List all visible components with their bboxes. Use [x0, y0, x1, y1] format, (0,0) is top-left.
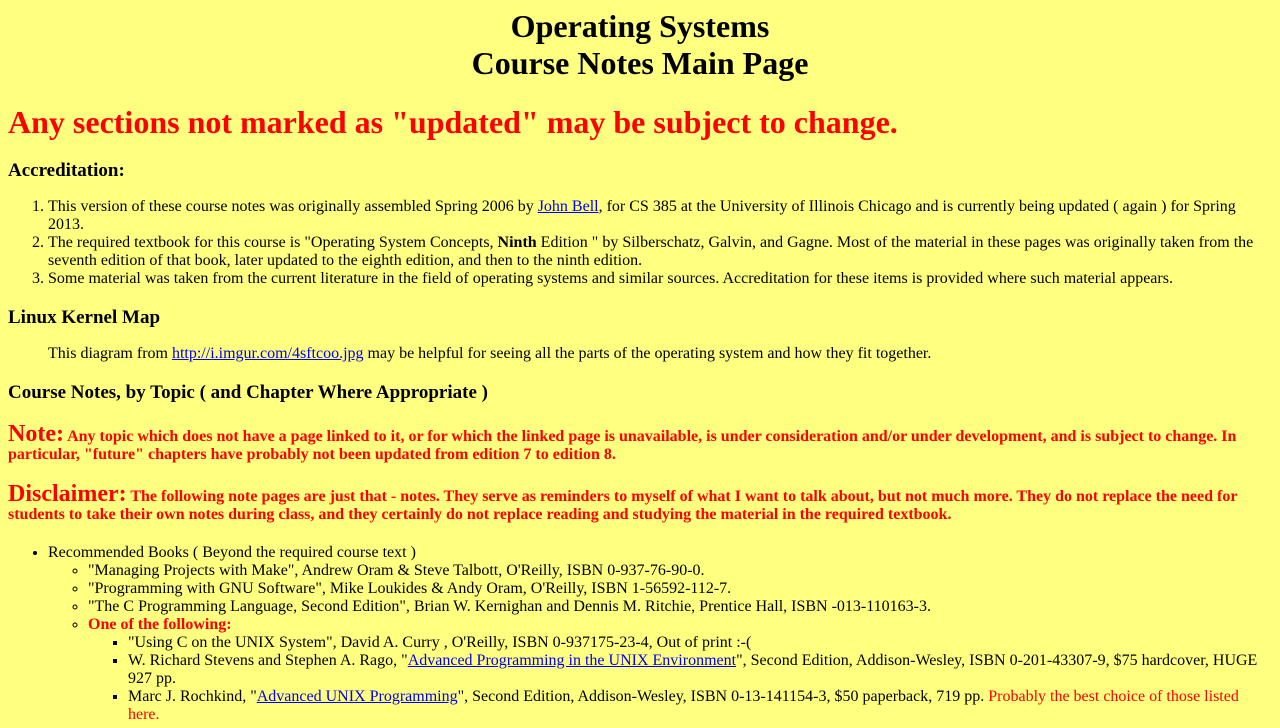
title-line-2: Course Notes Main Page: [471, 45, 809, 81]
accreditation-item-2: The required textbook for this course is…: [48, 234, 1272, 270]
book-item: "Programming with GNU Software", Mike Lo…: [88, 580, 1272, 598]
disclaimer-label: Disclaimer:: [8, 481, 127, 507]
accreditation-text: This version of these course notes was o…: [48, 198, 538, 215]
one-of-label: One of the following:: [88, 616, 232, 633]
book-choice-3: Marc J. Rochkind, "Advanced UNIX Program…: [128, 688, 1272, 724]
kernel-map-text: This diagram from http://i.imgur.com/4sf…: [48, 345, 1272, 363]
update-warning: Any sections not marked as "updated" may…: [8, 104, 898, 140]
book-text: W. Richard Stevens and Stephen A. Rago, …: [128, 652, 408, 669]
books-heading: Recommended Books ( Beyond the required …: [48, 544, 416, 561]
author-link[interactable]: John Bell: [538, 198, 599, 215]
book-item: "Managing Projects with Make", Andrew Or…: [88, 562, 1272, 580]
book-text: ", Second Edition, Addison-Wesley, ISBN …: [457, 688, 989, 705]
books-list: Recommended Books ( Beyond the required …: [8, 544, 1272, 724]
title-line-1: Operating Systems: [510, 8, 770, 44]
books-item: Recommended Books ( Beyond the required …: [48, 544, 1272, 724]
book-text: Marc J. Rochkind, ": [128, 688, 257, 705]
apue-link[interactable]: Advanced Programming in the UNIX Environ…: [408, 652, 736, 669]
page: Operating Systems Course Notes Main Page…: [0, 8, 1280, 724]
book-choice-item: One of the following: "Using C on the UN…: [88, 616, 1272, 724]
book-choice-1: "Using C on the UNIX System", David A. C…: [128, 634, 1272, 652]
book-choice-list: "Using C on the UNIX System", David A. C…: [88, 634, 1272, 724]
course-notes-heading: Course Notes, by Topic ( and Chapter Whe…: [8, 382, 488, 403]
book-choice-2: W. Richard Stevens and Stephen A. Rago, …: [128, 652, 1272, 688]
books-sublist: "Managing Projects with Make", Andrew Or…: [48, 562, 1272, 724]
accreditation-text: The required textbook for this course is…: [48, 234, 498, 251]
disclaimer-block: Disclaimer: The following note pages are…: [8, 482, 1272, 524]
note-text: Any topic which does not have a page lin…: [8, 428, 1237, 463]
aup-link[interactable]: Advanced UNIX Programming: [257, 688, 458, 705]
kernel-map-text-after: may be helpful for seeing all the parts …: [363, 345, 932, 362]
kernel-map-link[interactable]: http://i.imgur.com/4sftcoo.jpg: [172, 345, 364, 362]
accreditation-heading: Accreditation:: [8, 160, 125, 181]
note-label: Note:: [8, 421, 64, 447]
accreditation-item-3: Some material was taken from the current…: [48, 270, 1272, 288]
note-block: Note: Any topic which does not have a pa…: [8, 422, 1272, 464]
accreditation-list: This version of these course notes was o…: [8, 198, 1272, 288]
edition-bold: Ninth: [497, 234, 537, 251]
kernel-map-heading: Linux Kernel Map: [8, 307, 161, 328]
accreditation-item-1: This version of these course notes was o…: [48, 198, 1272, 234]
page-title: Operating Systems Course Notes Main Page: [8, 8, 1272, 82]
kernel-map-text-before: This diagram from: [48, 345, 172, 362]
book-item: "The C Programming Language, Second Edit…: [88, 598, 1272, 616]
disclaimer-text: The following note pages are just that -…: [8, 488, 1238, 523]
